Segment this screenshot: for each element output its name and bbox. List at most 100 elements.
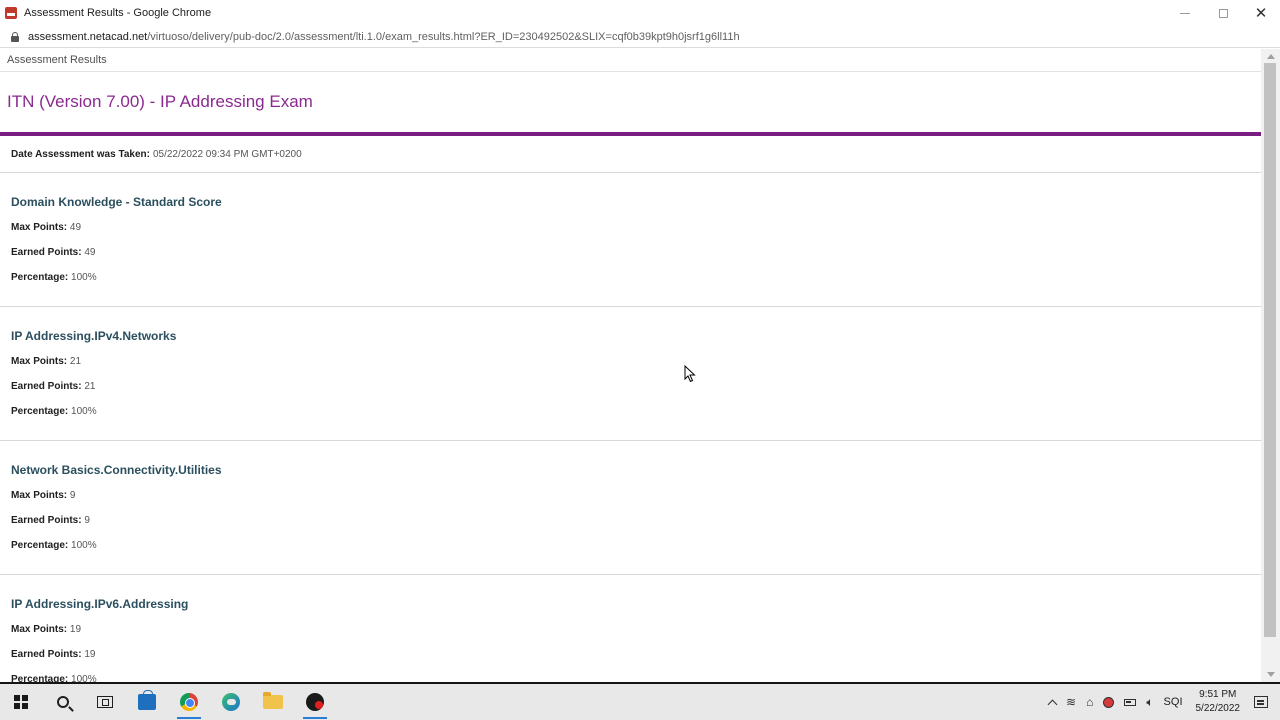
lock-icon[interactable] [11, 31, 19, 42]
windows-logo-icon [14, 695, 28, 709]
label-colon: : [78, 247, 82, 258]
earned-points-label: Earned Points [11, 247, 79, 258]
page-title: ITN (Version 7.00) - IP Addressing Exam [7, 92, 313, 111]
earned-points-label: Earned Points [11, 649, 79, 660]
url-text[interactable]: assessment.netacad.net/virtuoso/delivery… [28, 31, 740, 43]
earned-points-row: Earned Points: 49 [11, 247, 1261, 258]
section-title: Domain Knowledge - Standard Score [11, 195, 222, 209]
edge-icon [222, 693, 240, 711]
input-language-button[interactable]: SQI [1159, 684, 1188, 720]
window-title: Assessment Results - Google Chrome [24, 7, 212, 19]
scroll-up-icon[interactable] [1267, 54, 1275, 59]
earned-points-label: Earned Points [11, 381, 79, 392]
minimize-button[interactable] [1166, 0, 1204, 26]
wifi-icon: ≋ [1066, 695, 1077, 709]
assessment-date-row: Date Assessment was Taken: 05/22/2022 09… [0, 136, 1261, 173]
percentage-label: Percentage [11, 674, 65, 682]
volume-button[interactable]: 🔈︎ [1141, 684, 1158, 720]
label-colon: : [64, 406, 69, 417]
percentage-value: 100% [71, 674, 97, 682]
network-button[interactable]: ≋ [1061, 684, 1081, 720]
max-points-row: Max Points: 9 [11, 490, 1261, 501]
battery-icon [1124, 698, 1137, 706]
store-icon [138, 690, 156, 710]
label-colon: : [63, 490, 68, 501]
score-section: IP Addressing.IPv6.Addressing Max Points… [0, 575, 1261, 682]
earned-points-row: Earned Points: 21 [11, 381, 1261, 392]
taskbar-file-explorer[interactable] [252, 684, 294, 720]
section-title: IP Addressing.IPv4.Networks [11, 329, 177, 343]
scroll-down-icon[interactable] [1267, 672, 1275, 677]
chevron-up-icon [1047, 699, 1058, 709]
label-colon: : [64, 540, 69, 551]
usb-device-button[interactable]: ⌂ [1081, 684, 1098, 720]
window-controls: ✕ [1166, 0, 1280, 26]
close-button[interactable]: ✕ [1242, 0, 1280, 26]
start-button[interactable] [0, 684, 42, 720]
windows-taskbar: ≋ ⌂ 🔈︎ SQI 9:51 PM 5/22/2022 [0, 682, 1280, 720]
earned-points-value: 21 [84, 381, 96, 392]
taskbar-packet-tracer[interactable] [294, 684, 336, 720]
max-points-label: Max Points [11, 624, 64, 635]
search-icon [57, 696, 69, 708]
task-view-button[interactable] [84, 684, 126, 720]
label-colon: : [63, 356, 68, 367]
taskbar-chrome[interactable] [168, 684, 210, 720]
security-button[interactable] [1098, 684, 1119, 720]
close-icon: ✕ [1254, 5, 1268, 22]
earned-points-label: Earned Points [11, 515, 79, 526]
label-colon: : [78, 515, 82, 526]
percentage-row: Percentage: 100% [11, 540, 1261, 551]
percentage-row: Percentage: 100% [11, 272, 1261, 283]
score-section: Network Basics.Connectivity.Utilities Ma… [0, 441, 1261, 575]
max-points-value: 9 [69, 490, 76, 501]
section-title: IP Addressing.IPv6.Addressing [11, 597, 189, 611]
max-points-row: Max Points: 21 [11, 356, 1261, 367]
percentage-label: Percentage [11, 272, 65, 283]
label-colon: : [64, 272, 69, 283]
score-section: IP Addressing.IPv4.Networks Max Points: … [0, 307, 1261, 441]
mouse-cursor-icon [684, 365, 696, 383]
percentage-label: Percentage [11, 540, 65, 551]
chrome-icon [180, 693, 198, 711]
minimize-icon [1180, 12, 1190, 14]
percentage-value: 100% [71, 272, 97, 283]
percentage-label: Percentage [11, 406, 65, 417]
battery-button[interactable] [1119, 684, 1141, 720]
taskbar-search-button[interactable] [42, 684, 84, 720]
show-hidden-icons-button[interactable] [1044, 684, 1061, 720]
max-points-label: Max Points [11, 222, 64, 233]
max-points-label: Max Points [11, 490, 64, 501]
taskbar-clock[interactable]: 9:51 PM 5/22/2022 [1188, 688, 1249, 716]
percentage-row: Percentage: 100% [11, 674, 1261, 682]
notification-center-icon[interactable] [1254, 696, 1268, 708]
address-bar[interactable]: assessment.netacad.net/virtuoso/delivery… [0, 26, 1280, 48]
label-colon: : [78, 381, 82, 392]
max-points-value: 21 [69, 356, 82, 367]
window-titlebar: Assessment Results - Google Chrome ✕ [0, 0, 1280, 26]
folder-icon [263, 692, 283, 709]
clock-date: 5/22/2022 [1195, 703, 1241, 714]
earned-points-row: Earned Points: 9 [11, 515, 1261, 526]
taskbar-store[interactable] [126, 684, 168, 720]
earned-points-row: Earned Points: 19 [11, 649, 1261, 660]
max-points-row: Max Points: 49 [11, 222, 1261, 233]
taskbar-edge[interactable] [210, 684, 252, 720]
usb-icon: ⌂ [1086, 695, 1094, 709]
url-path: /virtuoso/delivery/pub-doc/2.0/assessmen… [147, 30, 740, 43]
page-content: Assessment Results ITN (Version 7.00) - … [0, 49, 1261, 682]
breadcrumb-bar: Assessment Results [0, 49, 1261, 72]
label-colon: : [78, 649, 82, 660]
earned-points-value: 19 [84, 649, 96, 660]
max-points-value: 49 [69, 222, 82, 233]
vertical-scrollbar[interactable] [1261, 49, 1280, 682]
percentage-row: Percentage: 100% [11, 406, 1261, 417]
packet-tracer-icon [306, 693, 324, 711]
security-alert-icon [1103, 696, 1115, 708]
earned-points-value: 9 [84, 515, 90, 526]
url-domain: assessment.netacad.net [28, 30, 148, 43]
breadcrumb: Assessment Results [7, 54, 107, 66]
date-value: 05/22/2022 09:34 PM GMT+0200 [152, 148, 302, 160]
maximize-button[interactable] [1204, 0, 1242, 26]
scroll-thumb[interactable] [1264, 63, 1276, 637]
